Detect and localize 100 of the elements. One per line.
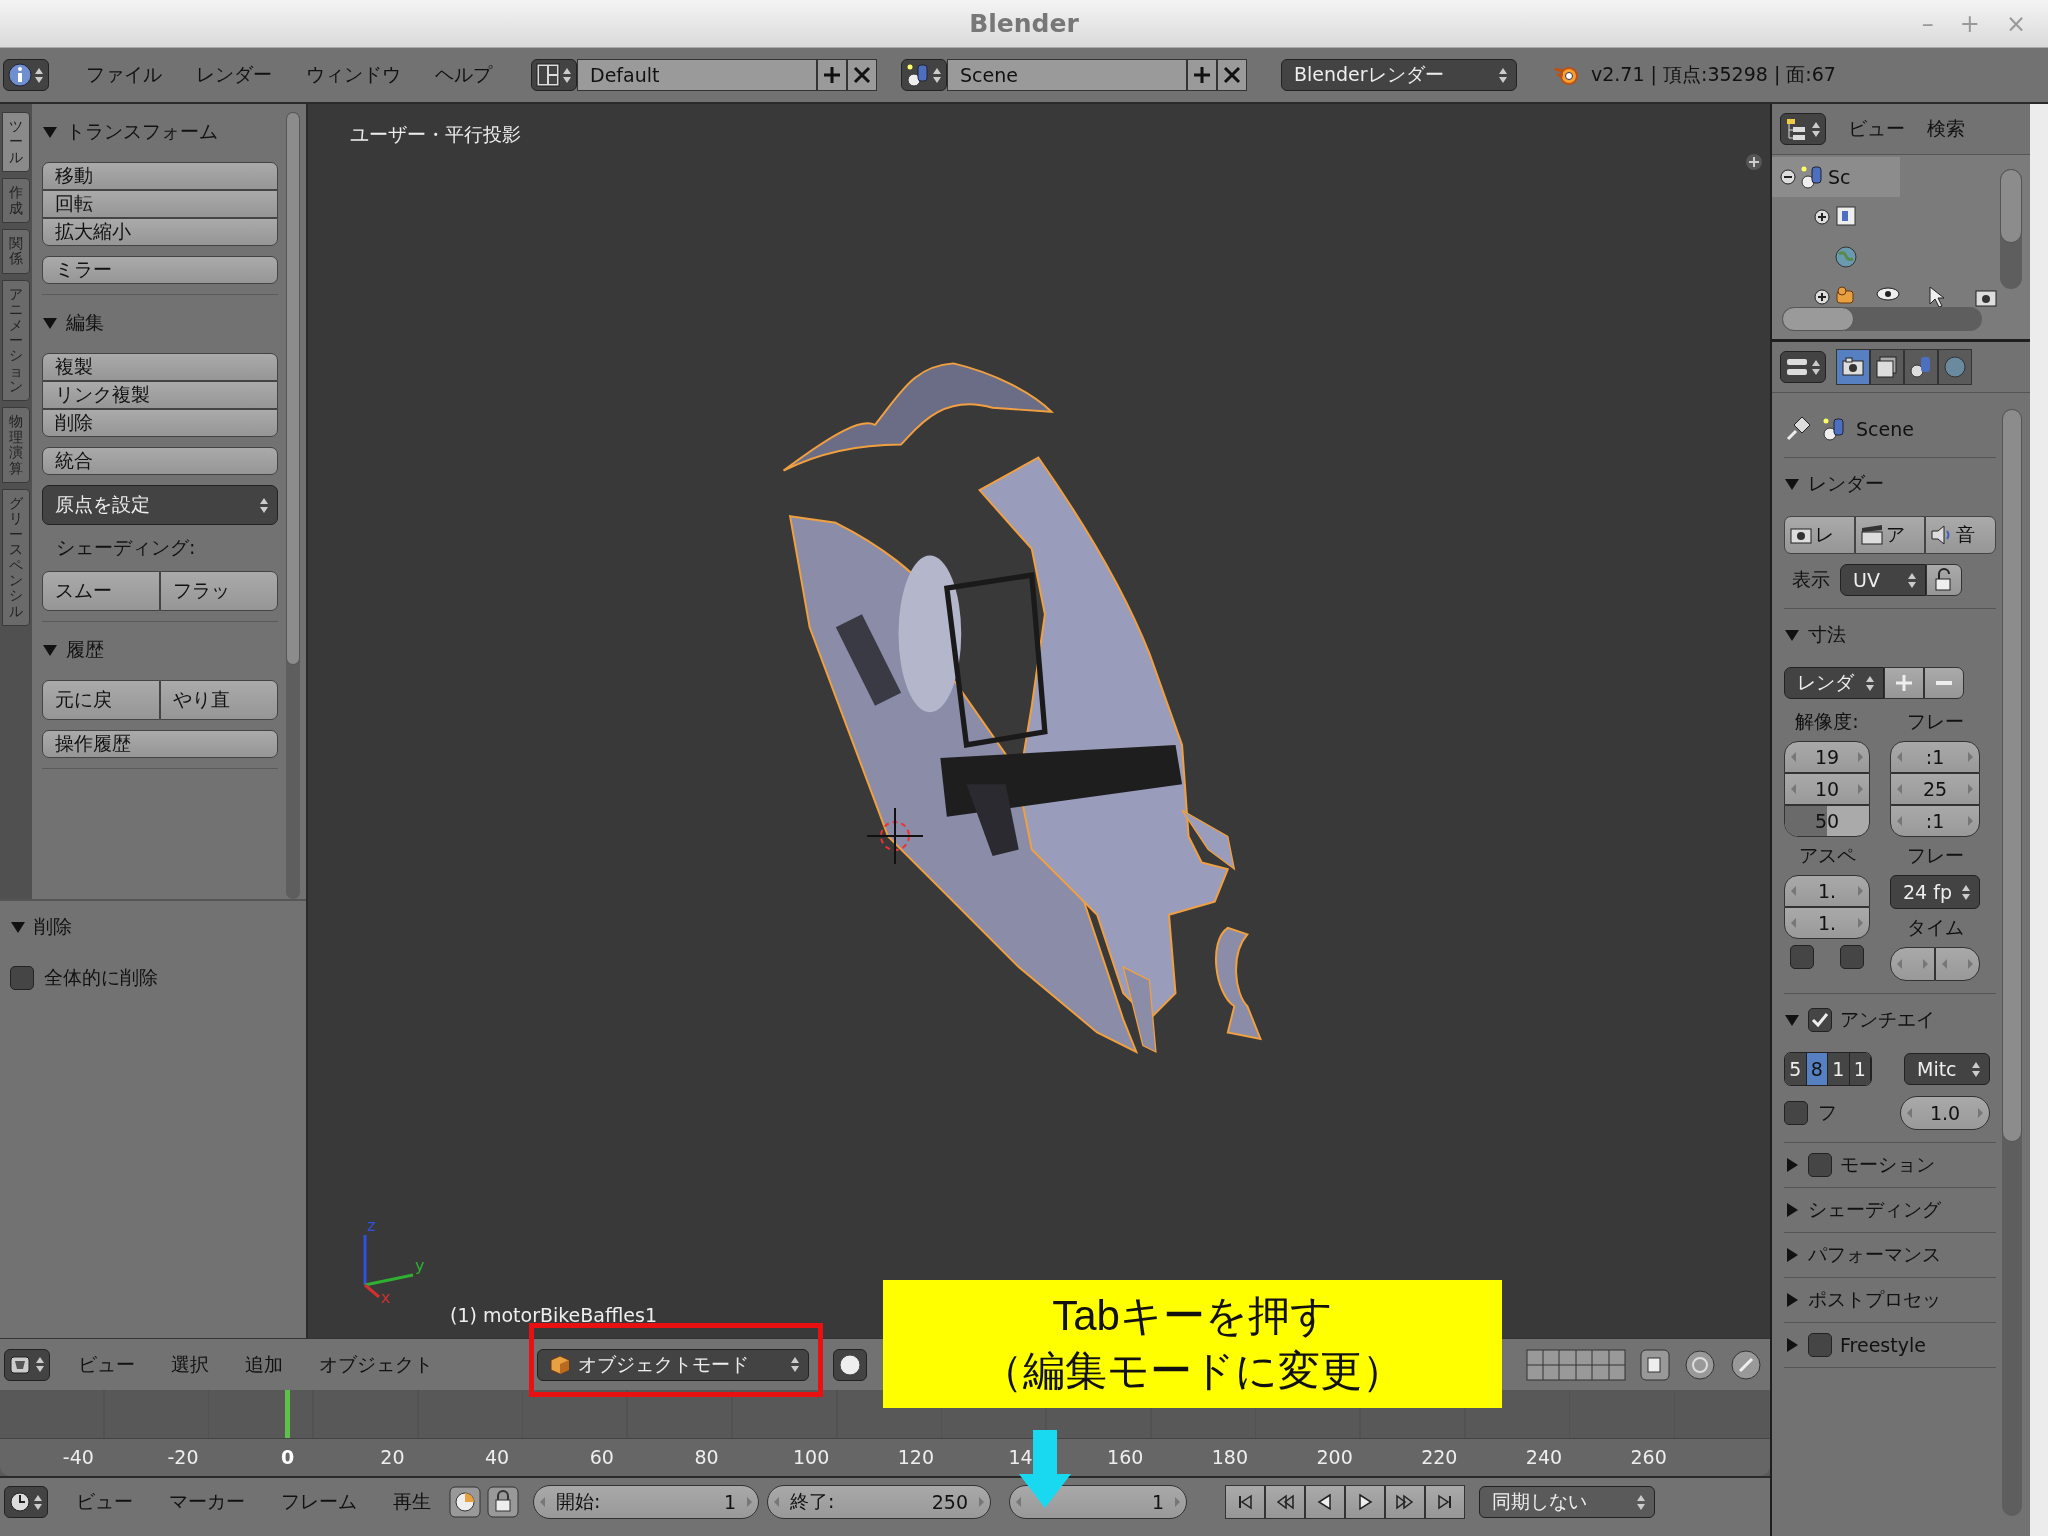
fast-forward-button[interactable] [1385, 1485, 1425, 1519]
checkbox[interactable] [1840, 945, 1864, 969]
menu-item[interactable]: オブジェクト [301, 1351, 451, 1378]
layers-grid-icon[interactable] [1526, 1348, 1626, 1381]
tool-button[interactable]: 回転 [42, 190, 278, 218]
editor-type-selector[interactable] [1780, 113, 1826, 145]
sample-option[interactable]: 8 [1806, 1053, 1828, 1085]
editor-type-selector[interactable] [1780, 351, 1826, 383]
add-button[interactable] [817, 59, 847, 91]
properties-tab[interactable] [1836, 349, 1870, 385]
scrollbar[interactable] [2002, 409, 2022, 1516]
checkbox[interactable] [1808, 1153, 1832, 1177]
menu-item[interactable]: ファイル [86, 62, 162, 88]
add-button[interactable] [1884, 667, 1924, 699]
scene-selector[interactable] [901, 59, 947, 91]
collapse-triangle-icon[interactable] [10, 920, 26, 934]
expand-triangle-icon[interactable] [1784, 1338, 1800, 1352]
display-dropdown[interactable]: UV [1840, 564, 1926, 596]
menu-item[interactable]: ウィンドウ [306, 62, 401, 88]
collapse-triangle-icon[interactable] [42, 125, 58, 139]
layout-selector[interactable] [531, 59, 577, 91]
tool-button[interactable]: 操作履歴 [42, 730, 278, 758]
expand-toggle-icon[interactable] [1814, 289, 1830, 305]
pointer-icon[interactable] [1928, 286, 1946, 308]
expand-triangle-icon[interactable] [1784, 1158, 1800, 1172]
menu-item[interactable]: ビュー [1848, 116, 1905, 142]
tool-button[interactable]: 拡大縮小 [42, 218, 278, 246]
skip-start-button[interactable] [1225, 1485, 1265, 1519]
scene-name-field[interactable]: Scene [947, 59, 1187, 91]
globe-icon[interactable] [1834, 245, 1858, 269]
menu-item[interactable]: レンダー [196, 62, 272, 88]
render-button[interactable]: レ [1784, 516, 1855, 554]
close-button[interactable] [847, 59, 877, 91]
editor-type-selector[interactable] [3, 59, 49, 91]
number-field[interactable]: 1. [1784, 907, 1870, 939]
properties-tab[interactable] [1870, 349, 1904, 385]
end-frame-field[interactable]: 終了: 250 [767, 1485, 991, 1519]
render-button[interactable]: 音 [1925, 516, 1996, 554]
checkbox[interactable] [1808, 1333, 1832, 1357]
number-field[interactable]: 1. [1784, 875, 1870, 907]
render-button[interactable]: ア [1854, 516, 1926, 554]
menu-item[interactable]: 選択 [153, 1351, 227, 1378]
preset-dropdown[interactable]: レンダ [1784, 667, 1884, 699]
number-field[interactable]: 25 [1890, 773, 1980, 805]
skip-end-button[interactable] [1425, 1485, 1465, 1519]
expand-triangle-icon[interactable] [1784, 1203, 1800, 1217]
shading-selector[interactable] [833, 1348, 867, 1381]
scrollbar[interactable] [2000, 169, 2022, 289]
menu-item[interactable]: 追加 [227, 1351, 301, 1378]
checkbox[interactable] [1790, 945, 1814, 969]
sample-option[interactable]: 1 [1828, 1053, 1850, 1085]
number-field[interactable]: 10 [1784, 773, 1870, 805]
lock-button[interactable] [1926, 564, 1962, 596]
rewind-button[interactable] [1265, 1485, 1305, 1519]
checkbox[interactable] [1784, 1101, 1808, 1125]
sample-option[interactable]: 5 [1785, 1053, 1807, 1085]
tool-button[interactable]: 統合 [42, 447, 278, 475]
filter-dropdown[interactable]: Mitc [1904, 1053, 1990, 1085]
fps-dropdown[interactable]: 24 fp [1890, 875, 1980, 909]
checkbox[interactable] [10, 966, 34, 990]
percent-slider[interactable]: 50 [1784, 805, 1870, 837]
collapse-triangle-icon[interactable] [42, 643, 58, 657]
tool-button[interactable]: リンク複製 [42, 381, 278, 409]
add-button[interactable] [1187, 59, 1217, 91]
snap-icon[interactable] [1730, 1348, 1762, 1381]
tool-tab[interactable]: ツール [2, 112, 30, 173]
menu-item[interactable]: ビュー [60, 1351, 153, 1378]
expand-triangle-icon[interactable] [1784, 1248, 1800, 1262]
number-field[interactable]: :1 [1890, 741, 1980, 773]
collapse-triangle-icon[interactable] [1784, 477, 1800, 491]
number-field[interactable]: 19 [1784, 741, 1870, 773]
sample-option[interactable]: 1 [1849, 1053, 1871, 1085]
start-frame-field[interactable]: 開始: 1 [533, 1485, 759, 1519]
render-engine-dropdown[interactable]: Blenderレンダー [1281, 59, 1517, 91]
collapse-triangle-icon[interactable] [42, 316, 58, 330]
menu-item[interactable]: フレーム [263, 1489, 375, 1515]
tool-dropdown[interactable]: 原点を設定 [42, 485, 278, 525]
lock-layers-icon[interactable] [1640, 1348, 1670, 1381]
sync-dropdown[interactable]: 同期しない [1479, 1486, 1655, 1518]
lock-icon[interactable] [487, 1486, 519, 1518]
play-reverse-button[interactable] [1305, 1485, 1345, 1519]
tool-button[interactable]: スムー [42, 571, 160, 611]
checkbox[interactable] [1808, 1008, 1832, 1032]
menu-item[interactable]: 検索 [1927, 116, 1965, 142]
render-preview-icon[interactable] [1684, 1348, 1716, 1381]
tool-button[interactable]: 元に戻 [42, 680, 160, 720]
render-layers-icon[interactable] [1834, 205, 1858, 229]
tool-button[interactable]: ミラー [42, 256, 278, 284]
time-new-field[interactable] [1935, 947, 1980, 981]
menu-item[interactable]: ヘルプ [435, 62, 492, 88]
scene-icon[interactable] [1800, 165, 1824, 189]
tree-item-label[interactable]: Sc [1828, 166, 1851, 188]
tool-button[interactable]: 複製 [42, 353, 278, 381]
tool-button[interactable]: 削除 [42, 409, 278, 437]
number-field[interactable]: 1.0 [1900, 1096, 1990, 1130]
time-old-field[interactable] [1890, 947, 1935, 981]
menu-item[interactable]: マーカー [151, 1489, 263, 1515]
close-button[interactable] [1217, 59, 1247, 91]
tool-button[interactable]: フラッ [160, 571, 278, 611]
current-frame-field[interactable]: 1 [1009, 1485, 1187, 1519]
